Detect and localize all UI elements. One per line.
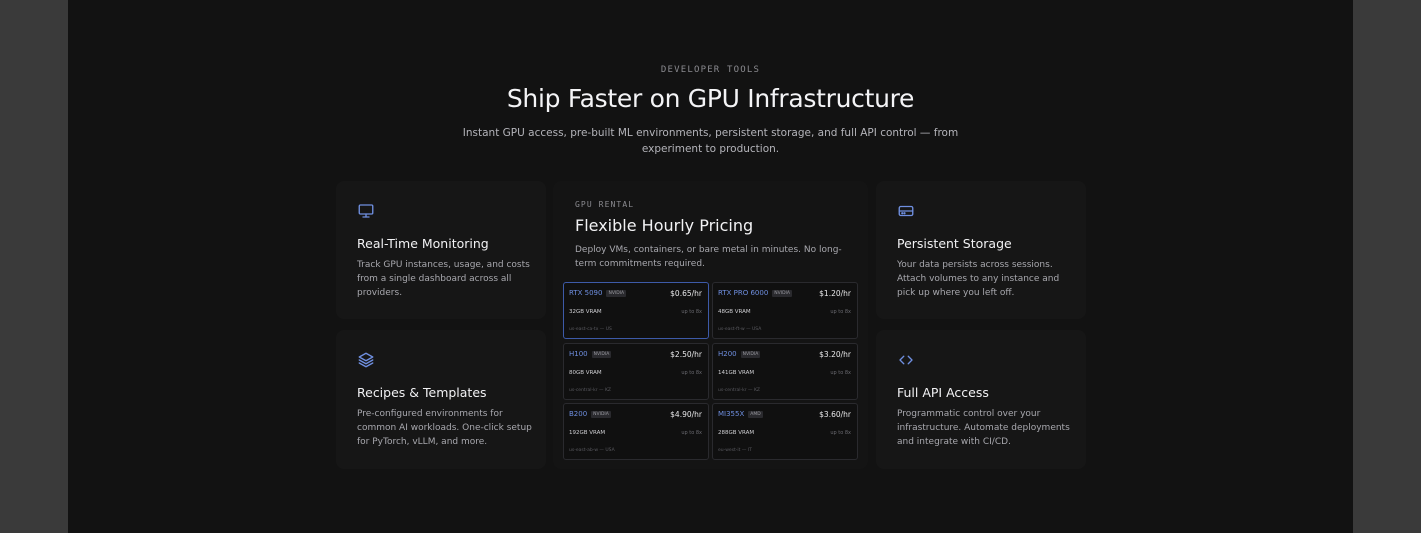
code-icon bbox=[897, 351, 915, 369]
gpu-price: $3.20/hr bbox=[819, 350, 851, 359]
feature-card-recipes: Recipes & Templates Pre-configured envir… bbox=[336, 330, 546, 469]
gpu-rental-card: GPU RENTAL Flexible Hourly Pricing Deplo… bbox=[553, 181, 868, 469]
gpu-name: H100 NVIDIA bbox=[569, 350, 612, 358]
vendor-badge: NVIDIA bbox=[591, 411, 611, 418]
feature-text: Your data persists across sessions. Atta… bbox=[897, 260, 1060, 298]
gpu-name: RTX 5090 NVIDIA bbox=[569, 289, 627, 297]
gpu-price: $4.90/hr bbox=[670, 410, 702, 419]
gpu-upto: up to 8x bbox=[830, 430, 851, 436]
vendor-badge: AMD bbox=[748, 411, 763, 418]
gpu-vram: 192GB VRAM bbox=[569, 430, 606, 436]
gpu-region: us-central-kr — KZ bbox=[569, 388, 612, 393]
gpu-card-rtx-5090[interactable]: RTX 5090 NVIDIA $0.65/hr 32GB VRAM up to … bbox=[563, 282, 709, 339]
gpu-card-rtx-pro-6000[interactable]: RTX PRO 6000 NVIDIA $1.20/hr 48GB VRAM up… bbox=[712, 282, 858, 339]
vendor-badge: NVIDIA bbox=[606, 290, 627, 297]
feature-title: Persistent Storage bbox=[897, 236, 1012, 251]
feature-title: Real-Time Monitoring bbox=[357, 236, 489, 251]
vendor-badge: NVIDIA bbox=[772, 290, 792, 297]
gpu-card-mi355x[interactable]: MI355X AMD $3.60/hr 288GB VRAM up to 8x e… bbox=[712, 403, 858, 460]
gpu-name: B200 NVIDIA bbox=[569, 410, 611, 418]
gpu-vram: 32GB VRAM bbox=[569, 309, 602, 315]
gpu-vram: 141GB VRAM bbox=[718, 370, 755, 376]
gpu-upto: up to 8x bbox=[681, 309, 702, 315]
feature-text: Track GPU instances, usage, and costs fr… bbox=[357, 260, 530, 298]
feature-text: Programmatic control over your infrastru… bbox=[897, 409, 1070, 447]
feature-title: Full API Access bbox=[897, 385, 989, 400]
rental-eyebrow: GPU RENTAL bbox=[575, 200, 635, 209]
gpu-upto: up to 8x bbox=[830, 309, 851, 315]
page-margin-right bbox=[1353, 0, 1421, 533]
gpu-region: us-central-kr — KZ bbox=[718, 388, 761, 393]
monitor-icon bbox=[357, 202, 375, 220]
gpu-region: eu-west-it — IT bbox=[718, 448, 752, 453]
gpu-region: us-east-ab-w — USA bbox=[569, 448, 615, 453]
layers-icon bbox=[357, 351, 375, 369]
gpu-price: $2.50/hr bbox=[670, 350, 702, 359]
gpu-upto: up to 8x bbox=[681, 370, 702, 376]
gpu-card-h100[interactable]: H100 NVIDIA $2.50/hr 80GB VRAM up to 8x u… bbox=[563, 343, 709, 400]
section-eyebrow: DEVELOPER TOOLS bbox=[660, 65, 761, 75]
section-subtitle: Instant GPU access, pre-built ML environ… bbox=[462, 127, 959, 155]
gpu-region: us-east-ft-w — USA bbox=[718, 327, 762, 332]
gpu-name: RTX PRO 6000 NVIDIA bbox=[718, 289, 792, 297]
gpu-price: $3.60/hr bbox=[819, 410, 851, 419]
gpu-region: us-east-ca-tx — US bbox=[569, 327, 612, 332]
feature-card-storage: Persistent Storage Your data persists ac… bbox=[876, 181, 1086, 319]
gpu-price: $1.20/hr bbox=[819, 289, 851, 298]
vendor-badge: NVIDIA bbox=[591, 351, 612, 358]
rental-text: Deploy VMs, containers, or bare metal in… bbox=[575, 245, 842, 269]
gpu-vram: 80GB VRAM bbox=[569, 370, 602, 376]
feature-text: Pre-configured environments for common A… bbox=[357, 409, 532, 447]
gpu-name: MI355X AMD bbox=[718, 410, 763, 418]
feature-title: Recipes & Templates bbox=[357, 385, 487, 400]
feature-card-monitoring: Real-Time Monitoring Track GPU instances… bbox=[336, 181, 546, 319]
feature-card-api: Full API Access Programmatic control ove… bbox=[876, 330, 1086, 469]
section-title: Ship Faster on GPU Infrastructure bbox=[506, 84, 915, 113]
gpu-vram: 48GB VRAM bbox=[718, 309, 751, 315]
gpu-upto: up to 8x bbox=[681, 430, 702, 436]
hard-drive-icon bbox=[897, 202, 915, 220]
gpu-upto: up to 8x bbox=[830, 370, 851, 376]
vendor-badge: NVIDIA bbox=[740, 351, 761, 358]
gpu-vram: 288GB VRAM bbox=[718, 430, 755, 436]
gpu-name: H200 NVIDIA bbox=[718, 350, 761, 358]
gpu-card-h200[interactable]: H200 NVIDIA $3.20/hr 141GB VRAM up to 8x … bbox=[712, 343, 858, 400]
gpu-card-b200[interactable]: B200 NVIDIA $4.90/hr 192GB VRAM up to 8x … bbox=[563, 403, 709, 460]
rental-title: Flexible Hourly Pricing bbox=[575, 216, 754, 235]
gpu-price: $0.65/hr bbox=[670, 289, 702, 298]
